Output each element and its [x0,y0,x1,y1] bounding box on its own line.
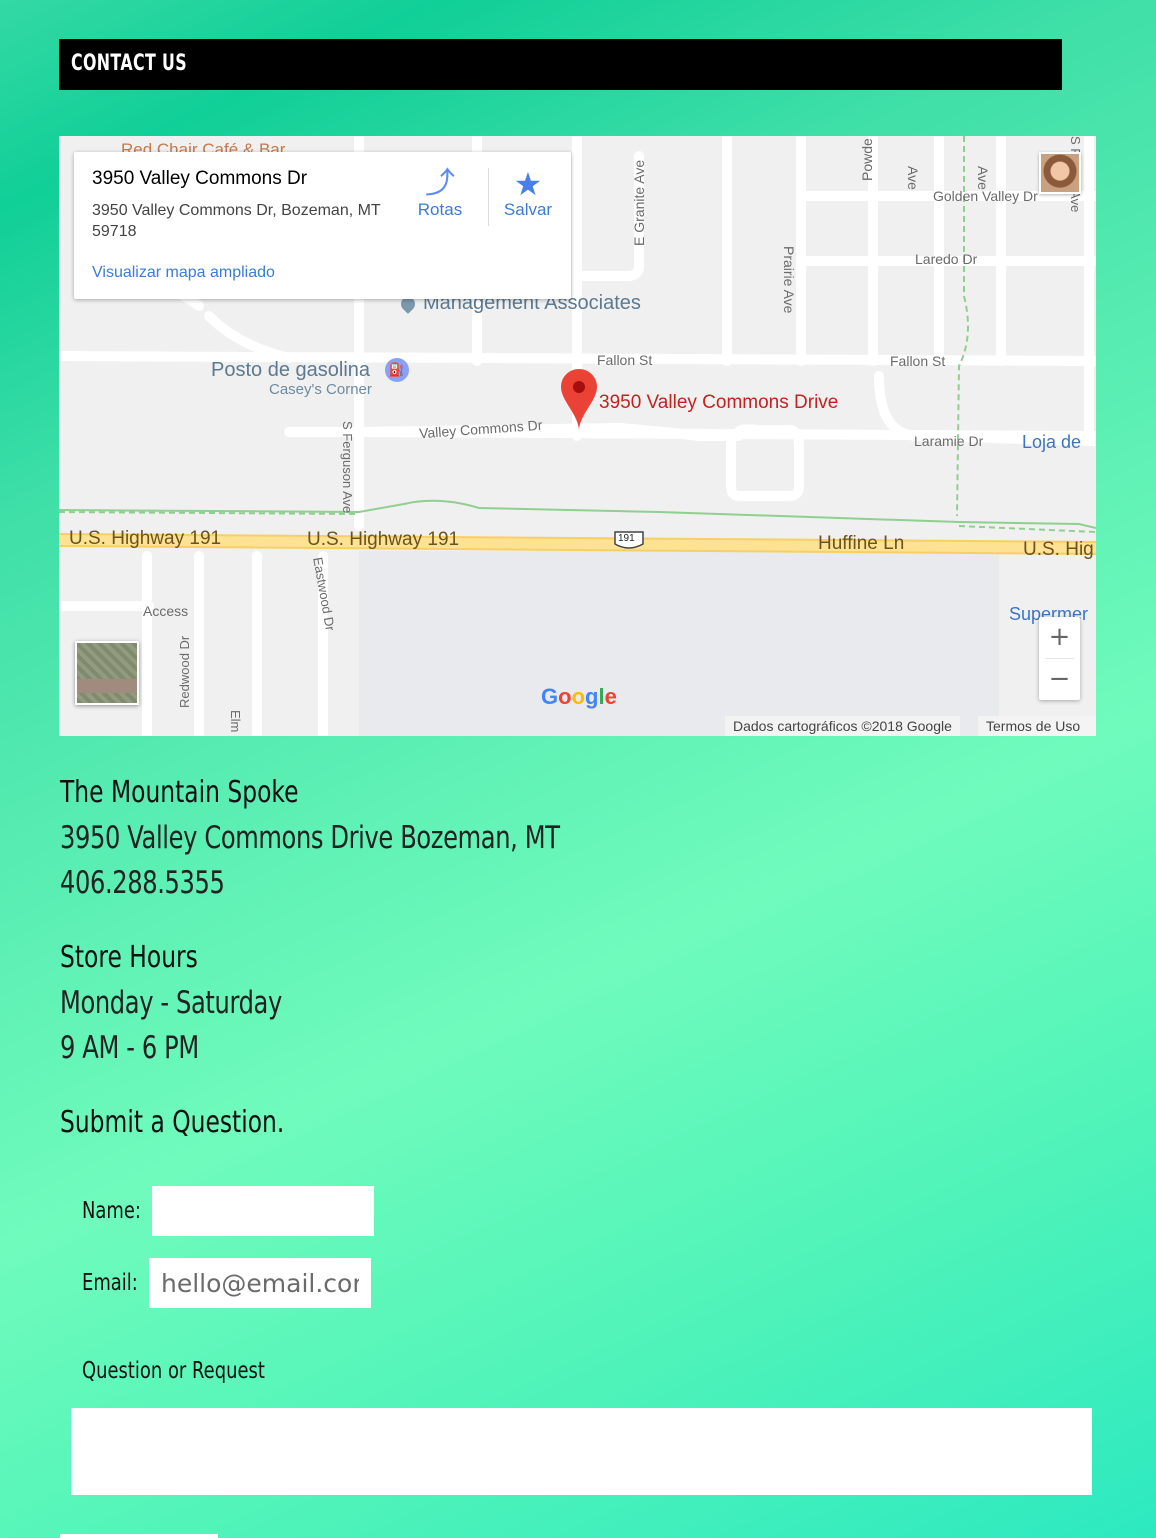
store-address: 3950 Valley Commons Drive Bozeman, MT [60,820,560,856]
name-input[interactable] [152,1186,374,1236]
user-avatar[interactable] [1039,152,1081,194]
zoom-out-button[interactable]: − [1039,659,1080,700]
map-label-hwy-1: U.S. Highway 191 [69,528,222,549]
map-label-ave-2: Ave [975,166,991,190]
form-heading: Submit a Question. [60,1105,285,1140]
question-textarea[interactable] [71,1408,1092,1495]
map-label-fallon-2: Fallon St [890,353,946,369]
email-input[interactable] [149,1258,371,1308]
email-label: Email: [82,1270,138,1296]
map-label-huffine: Huffine Ln [818,533,905,554]
map-poi-gas-station: Posto de gasolina [211,359,371,381]
hours-days: Monday - Saturday [60,985,282,1021]
map-info-card: 3950 Valley Commons Dr 3950 Valley Commo… [74,152,571,299]
map-label-powder: Powde [859,138,875,181]
directions-icon: ⤴ [425,167,455,200]
terms-link[interactable]: Termos de Uso [978,716,1096,736]
info-card-title: 3950 Valley Commons Dr [92,168,308,189]
info-card-address: 3950 Valley Commons Dr, Bozeman, MT 5971… [92,202,381,240]
map-label-loja: Loja de [1022,432,1082,452]
hours-time: 9 AM - 6 PM [60,1030,199,1066]
hours-heading: Store Hours [60,940,198,975]
map-poi-gas-sub: Casey's Corner [269,381,372,398]
store-name: The Mountain Spoke [60,775,299,810]
map-label-fallon-1: Fallon St [597,352,653,368]
google-map[interactable]: Red Chair Café & Bar Golden Valley Dr La… [59,136,1096,736]
save-button[interactable]: ★ Salvar [498,168,558,220]
map-label-ferguson: S Ferguson Ave [340,421,355,514]
star-icon: ★ [513,165,543,203]
map-label-hwy-3: U.S. Hig [1023,539,1094,560]
directions-button[interactable]: ⤴ Rotas [410,168,470,220]
info-card-divider [488,168,489,226]
name-label: Name: [82,1198,141,1224]
location-pin-icon[interactable] [561,369,597,431]
map-label-hwy-2: U.S. Highway 191 [307,529,460,550]
map-label-laramie: Laramie Dr [914,433,984,449]
map-label-granite: E Granite Ave [631,159,647,246]
question-label: Question or Request [82,1358,265,1384]
submit-button[interactable] [60,1534,218,1538]
map-label-access: Access [143,603,189,619]
map-pin-label: 3950 Valley Commons Drive [599,392,839,413]
map-label-ave-1: Ave [905,166,921,190]
map-label-prairie: Prairie Ave [781,246,797,314]
zoom-controls: + − [1039,617,1080,700]
map-label-golden-valley: Golden Valley Dr [933,188,1038,204]
store-phone: 406.288.5355 [60,865,225,901]
hwy-shield-icon: 191 [618,533,635,544]
satellite-toggle[interactable] [75,641,139,705]
view-larger-map-link[interactable]: Visualizar mapa ampliado [92,264,275,282]
gas-station-icon: ⛽ [385,358,409,382]
map-attribution: Dados cartográficos ©2018 Google [725,716,960,736]
contact-us-header: CONTACT US [59,39,1062,90]
page-title: CONTACT US [71,51,187,76]
map-label-laredo: Laredo Dr [915,251,978,267]
google-logo[interactable]: Google [541,684,617,710]
map-label-redwood: Redwood Dr [177,635,192,708]
map-label-elm: Elm [228,710,243,733]
zoom-in-button[interactable]: + [1039,617,1080,658]
